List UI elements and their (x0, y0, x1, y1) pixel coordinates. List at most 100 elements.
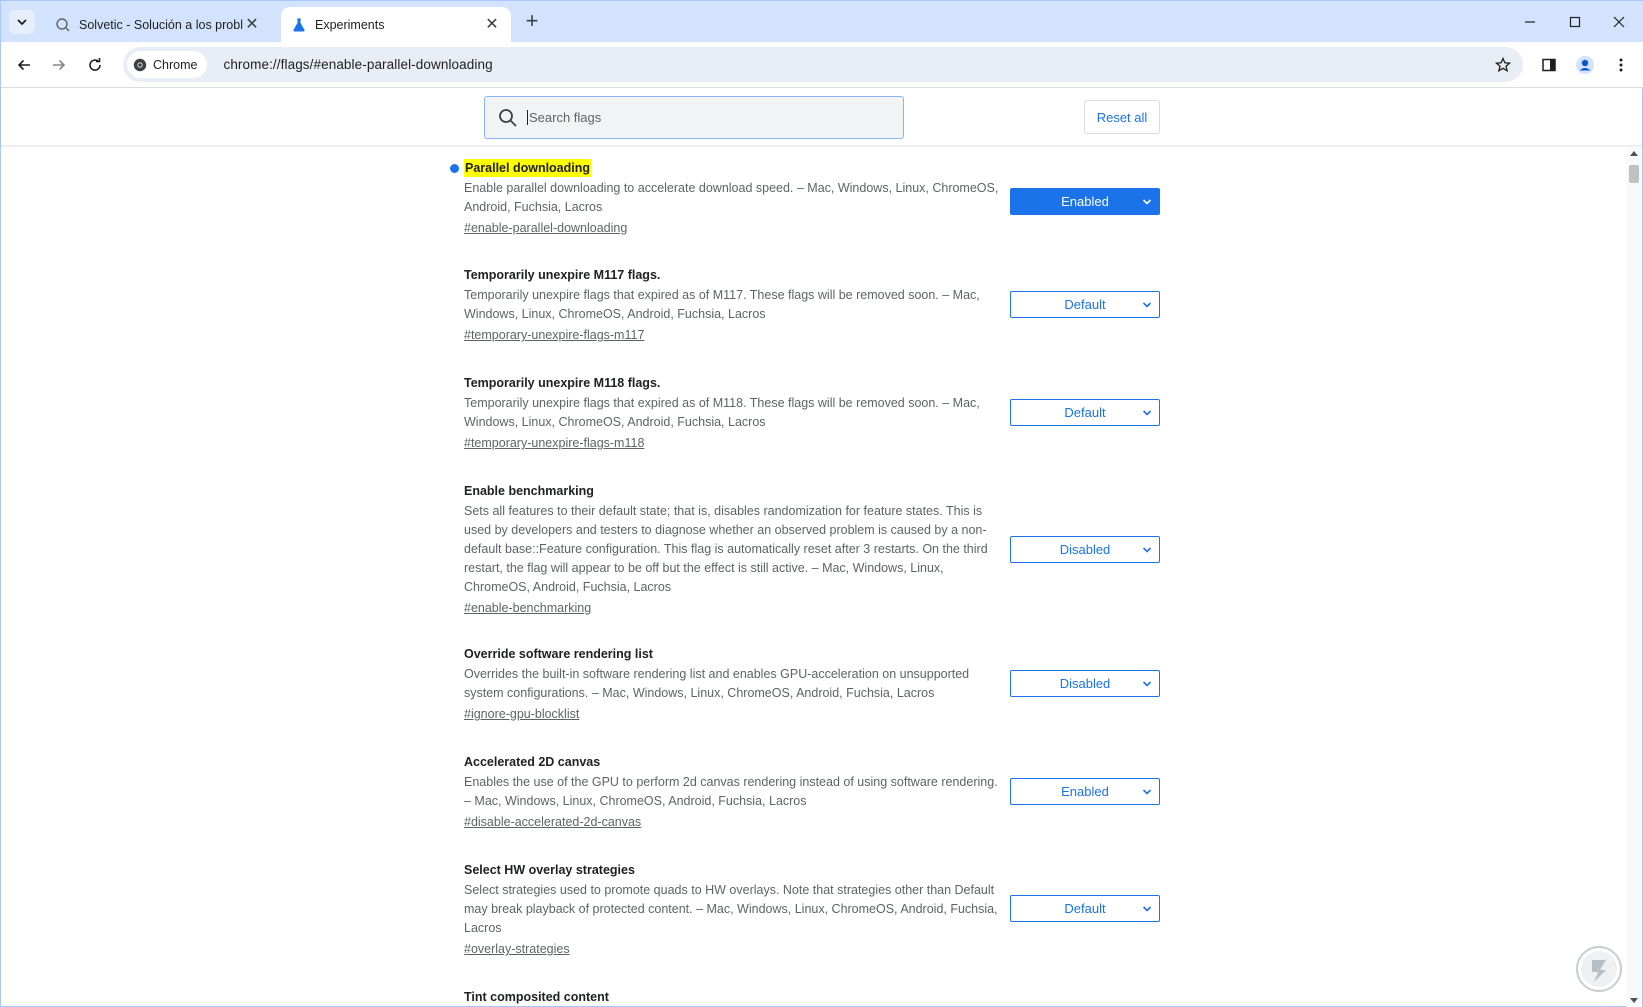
scrollbar-thumb[interactable] (1629, 165, 1639, 183)
chevron-down-icon (1142, 789, 1152, 795)
new-tab-button[interactable]: + (521, 10, 543, 33)
tab-title: Experiments (315, 17, 385, 32)
flag-permalink[interactable]: #enable-parallel-downloading (464, 219, 627, 238)
flag-select-value: Default (1064, 901, 1106, 916)
flag-item: Temporarily unexpire M117 flags. Tempora… (464, 266, 1164, 345)
close-icon[interactable]: ✕ (483, 16, 501, 34)
close-icon[interactable]: ✕ (243, 16, 261, 34)
tab-experiments[interactable]: Experiments ✕ (281, 7, 511, 42)
tab-title: Solvetic - Solución a los problem (79, 17, 243, 32)
flag-description: Select strategies used to promote quads … (464, 883, 998, 935)
chevron-down-icon (1142, 410, 1152, 416)
flag-item: Enable benchmarking Sets all features to… (464, 482, 1164, 618)
url-text[interactable]: chrome://flags/#enable-parallel-download… (223, 57, 492, 72)
flag-permalink[interactable]: #temporary-unexpire-flags-m118 (464, 434, 644, 453)
flag-select-value: Default (1064, 297, 1106, 312)
chevron-down-icon (1142, 681, 1152, 687)
bookmark-button[interactable] (1493, 55, 1513, 75)
browser-window: Solvetic - Solución a los problem ✕ Expe… (0, 0, 1643, 1007)
flag-item: Temporarily unexpire M118 flags. Tempora… (464, 374, 1164, 453)
reload-button[interactable] (81, 51, 109, 79)
flag-select[interactable]: Enabled (1010, 778, 1160, 805)
arrow-left-icon (17, 59, 30, 71)
flags-list: Parallel downloading Enable parallel dow… (1, 147, 1626, 1007)
flag-item: Select HW overlay strategies Select stra… (464, 861, 1164, 959)
tab-strip: Solvetic - Solución a los problem ✕ Expe… (1, 1, 1643, 42)
flags-header: Reset all (1, 89, 1642, 146)
side-panel-button[interactable] (1535, 51, 1563, 79)
flag-select-value: Disabled (1059, 676, 1111, 691)
more-vert-icon (1619, 58, 1623, 72)
flag-title: Enable benchmarking (464, 484, 594, 498)
flag-select[interactable]: Default (1010, 895, 1160, 922)
search-input[interactable] (527, 110, 887, 125)
flag-select[interactable]: Disabled (1010, 536, 1160, 563)
vertical-scrollbar[interactable] (1626, 147, 1642, 1007)
chevron-down-icon (1142, 199, 1152, 205)
flag-select[interactable]: Disabled (1010, 670, 1160, 697)
forward-button[interactable] (45, 51, 73, 79)
watermark-logo-icon (1576, 946, 1622, 992)
flask-icon (291, 17, 307, 33)
flag-permalink[interactable]: #overlay-strategies (464, 940, 570, 959)
side-panel-icon (1542, 58, 1556, 72)
flag-permalink[interactable]: #ignore-gpu-blocklist (464, 705, 579, 724)
flag-description: Overrides the built-in software renderin… (464, 667, 970, 700)
flag-title: Tint composited content (464, 990, 609, 1004)
arrow-right-icon (53, 59, 66, 71)
window-close-button[interactable] (1604, 9, 1634, 35)
scroll-down-arrow-icon[interactable] (1630, 998, 1638, 1003)
modified-indicator-icon (450, 164, 459, 173)
maximize-button[interactable] (1560, 9, 1590, 35)
profile-button[interactable] (1571, 51, 1599, 79)
close-icon (1613, 16, 1625, 28)
flag-select-value: Enabled (1061, 784, 1109, 799)
chevron-down-icon (1142, 547, 1152, 553)
minimize-button[interactable] (1515, 9, 1545, 35)
flag-title: Temporarily unexpire M117 flags. (464, 268, 661, 282)
flag-description: Temporarily unexpire flags that expired … (464, 396, 980, 429)
search-box[interactable] (484, 96, 904, 139)
minimize-icon (1525, 21, 1535, 23)
chip-label: Chrome (153, 57, 198, 72)
avatar-icon (1576, 56, 1594, 74)
chevron-down-icon (1142, 302, 1152, 308)
flag-title: Accelerated 2D canvas (464, 755, 601, 769)
menu-button[interactable] (1607, 51, 1635, 79)
address-bar[interactable]: Chrome chrome://flags/#enable-parallel-d… (123, 47, 1523, 82)
flag-item: Accelerated 2D canvas Enables the use of… (464, 753, 1164, 832)
tab-solvetic[interactable]: Solvetic - Solución a los problem ✕ (45, 7, 271, 42)
flag-item: Parallel downloading Enable parallel dow… (450, 159, 1164, 238)
maximize-icon (1569, 16, 1581, 28)
flag-permalink[interactable]: #disable-accelerated-2d-canvas (464, 813, 641, 832)
tab-search-button[interactable] (9, 10, 35, 34)
flag-item: Override software rendering list Overrid… (464, 645, 1164, 724)
flag-permalink[interactable]: #temporary-unexpire-flags-m117 (464, 326, 644, 345)
toolbar: Chrome chrome://flags/#enable-parallel-d… (1, 42, 1643, 88)
scroll-up-arrow-icon[interactable] (1630, 151, 1638, 156)
flag-select[interactable]: Default (1010, 399, 1160, 426)
back-button[interactable] (10, 51, 38, 79)
chrome-icon (133, 58, 147, 71)
star-icon (1495, 57, 1511, 73)
search-icon (499, 108, 517, 127)
flag-item: Tint composited content (464, 988, 1164, 1006)
chevron-down-icon (1142, 906, 1152, 912)
flag-select[interactable]: Enabled (1010, 188, 1160, 215)
flag-description: Enables the use of the GPU to perform 2d… (464, 775, 998, 808)
flag-select-value: Disabled (1059, 542, 1111, 557)
reload-icon (89, 58, 101, 71)
site-info-chip[interactable]: Chrome (127, 51, 208, 78)
flag-title: Parallel downloading (464, 159, 592, 177)
flag-permalink[interactable]: #enable-benchmarking (464, 599, 591, 618)
solvetic-icon (55, 17, 71, 33)
flag-description: Enable parallel downloading to accelerat… (464, 181, 999, 214)
flag-description: Sets all features to their default state… (464, 504, 988, 594)
chevron-down-icon (17, 19, 27, 26)
reset-all-button[interactable]: Reset all (1084, 100, 1160, 134)
flag-title: Override software rendering list (464, 647, 653, 661)
flag-select-value: Enabled (1061, 194, 1109, 209)
flag-description: Temporarily unexpire flags that expired … (464, 288, 980, 321)
flag-select[interactable]: Default (1010, 291, 1160, 318)
flag-title: Select HW overlay strategies (464, 863, 635, 877)
